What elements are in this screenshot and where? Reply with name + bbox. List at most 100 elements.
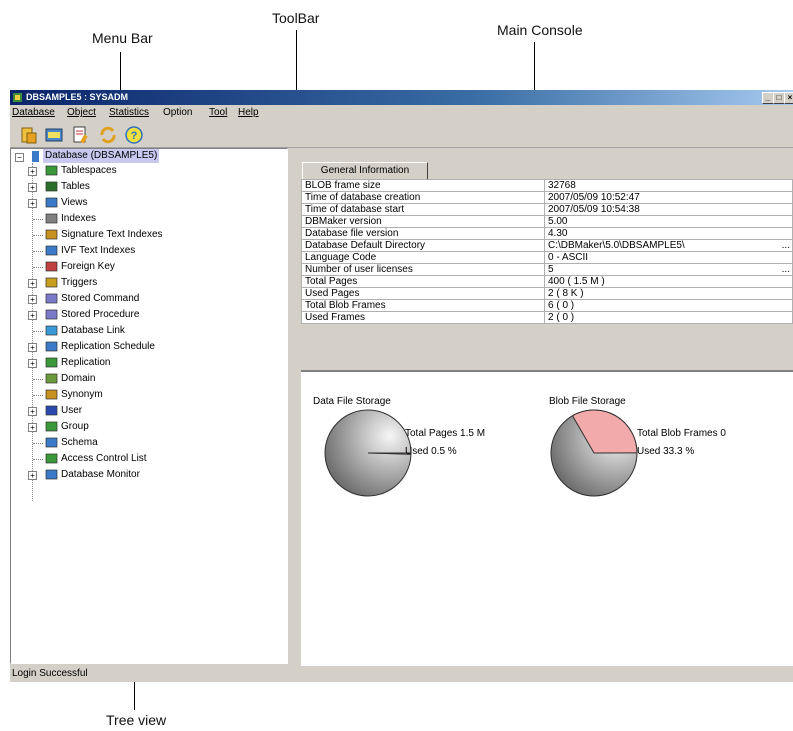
tree-item[interactable]: + Database Monitor xyxy=(11,467,281,483)
tree-item[interactable]: Synonym xyxy=(11,387,281,403)
tree-view: − Database (DBSAMPLE5) + Tablespaces + Tables… xyxy=(10,148,288,664)
tree-item[interactable]: Signature Text Indexes xyxy=(11,227,281,243)
edit-icon[interactable] xyxy=(70,125,90,145)
user-icon xyxy=(45,405,58,416)
status-bar: Login Successful xyxy=(10,665,793,682)
menu-tool[interactable]: Tool xyxy=(209,105,227,121)
tab-general-information[interactable]: General Information xyxy=(302,162,428,180)
menu-object[interactable]: Object xyxy=(67,105,96,121)
info-key: Used Pages xyxy=(301,287,545,300)
tree-expander[interactable]: + xyxy=(28,407,37,416)
tree-item-label: Foreign Key xyxy=(61,261,115,272)
tree-item-label: Stored Procedure xyxy=(61,309,140,320)
menu-help[interactable]: Help xyxy=(238,105,259,121)
toolbar: ? xyxy=(10,121,793,148)
tree-expander[interactable]: + xyxy=(28,471,37,480)
database-icon xyxy=(32,151,39,162)
tree-expander[interactable]: + xyxy=(28,279,37,288)
indexes-icon xyxy=(45,213,58,224)
tree-root-expander[interactable]: − xyxy=(15,153,24,162)
console-icon[interactable] xyxy=(44,125,64,145)
blob-file-used-label: Used 33.3 % xyxy=(637,446,695,457)
tree-connector xyxy=(33,235,43,236)
tree-item[interactable]: Domain xyxy=(11,371,281,387)
tree-expander[interactable]: + xyxy=(28,359,37,368)
tree-item-label: Signature Text Indexes xyxy=(61,229,163,240)
tree-item[interactable]: + Stored Command xyxy=(11,291,281,307)
tree-item-label: Database Link xyxy=(61,325,125,336)
tree-item[interactable]: Database Link xyxy=(11,323,281,339)
tree-item-label: Tablespaces xyxy=(61,165,117,176)
info-value: C:\DBMaker\5.0\DBSAMPLE5\... xyxy=(544,239,793,252)
tree-connector xyxy=(33,251,43,252)
menu-database[interactable]: Database xyxy=(12,105,55,121)
tree-item-label: Indexes xyxy=(61,213,97,224)
tree-expander[interactable]: + xyxy=(28,343,37,352)
info-value: 5... xyxy=(544,263,793,276)
window-title: DBSAMPLE5 : SYSADM xyxy=(26,92,129,102)
tree-item-label: Database Monitor xyxy=(61,469,140,480)
tree-root[interactable]: Database (DBSAMPLE5) xyxy=(43,149,160,163)
tree-expander[interactable]: + xyxy=(28,311,37,320)
info-key: Time of database start xyxy=(301,203,545,216)
triggers-icon xyxy=(45,277,58,288)
tree-item[interactable]: + Triggers xyxy=(11,275,281,291)
access-control-list-icon xyxy=(45,453,58,464)
menu-statistics[interactable]: Statistics xyxy=(109,105,149,121)
info-value: 0 - ASCII xyxy=(544,251,793,264)
menu-option[interactable]: Option xyxy=(163,105,192,121)
tree-connector xyxy=(33,395,43,396)
close-button[interactable]: × xyxy=(784,92,793,104)
tree-item[interactable]: + Stored Procedure xyxy=(11,307,281,323)
tree-expander[interactable]: + xyxy=(28,199,37,208)
more-button[interactable]: ... xyxy=(782,241,790,251)
refresh-icon[interactable] xyxy=(98,125,118,145)
info-key: Used Frames xyxy=(301,311,545,324)
info-value: 2007/05/09 10:54:38 xyxy=(544,203,793,216)
tree-item[interactable]: Schema xyxy=(11,435,281,451)
info-key: Total Blob Frames xyxy=(301,299,545,312)
table-row: Database file version 4.30 xyxy=(301,227,793,240)
tree-item-label: Replication Schedule xyxy=(61,341,155,352)
tree-expander[interactable]: + xyxy=(28,295,37,304)
table-row: Total Pages 400 ( 1.5 M ) xyxy=(301,275,793,288)
info-key: Database Default Directory xyxy=(301,239,545,252)
tree-item[interactable]: + Replication xyxy=(11,355,281,371)
tree-item[interactable]: + Replication Schedule xyxy=(11,339,281,355)
tree-item[interactable]: + Views xyxy=(11,195,281,211)
tree-item[interactable]: + User xyxy=(11,403,281,419)
tree-item[interactable]: + Group xyxy=(11,419,281,435)
table-row: Used Pages 2 ( 8 K ) xyxy=(301,287,793,300)
tree-item[interactable]: IVF Text Indexes xyxy=(11,243,281,259)
tree-item[interactable]: Indexes xyxy=(11,211,281,227)
group-icon xyxy=(45,421,58,432)
tree-item-label: Schema xyxy=(61,437,98,448)
tree-item-label: User xyxy=(61,405,83,416)
table-row: BLOB frame size 32768 xyxy=(301,179,793,192)
tree-item[interactable]: + Tablespaces xyxy=(11,163,281,179)
info-value: 2 ( 8 K ) xyxy=(544,287,793,300)
title-bar[interactable]: DBSAMPLE5 : SYSADM _ □ × xyxy=(10,90,793,105)
main-console-callout: Main Console xyxy=(497,22,583,38)
info-key: Database file version xyxy=(301,227,545,240)
database-monitor-icon xyxy=(45,469,58,480)
tree-item-label: Group xyxy=(61,421,89,432)
tree-item[interactable]: Foreign Key xyxy=(11,259,281,275)
tree-view-callout: Tree view xyxy=(106,712,167,728)
tree-expander[interactable]: + xyxy=(28,423,37,432)
info-value-text: 0 - ASCII xyxy=(548,252,589,263)
more-button[interactable]: ... xyxy=(782,265,790,275)
tree-expander[interactable]: + xyxy=(28,183,37,192)
tree-connector xyxy=(33,267,43,268)
tree-connector xyxy=(33,331,43,332)
table-row: Database Default Directory C:\DBMaker\5.0… xyxy=(301,239,793,252)
help-icon[interactable]: ? xyxy=(124,125,144,145)
info-key: Language Code xyxy=(301,251,545,264)
connect-icon[interactable] xyxy=(18,125,38,145)
tree-item[interactable]: Access Control List xyxy=(11,451,281,467)
info-value: 5.00 xyxy=(544,215,793,228)
tree-expander[interactable]: + xyxy=(28,167,37,176)
tree-connector xyxy=(33,459,43,460)
tree-item[interactable]: + Tables xyxy=(11,179,281,195)
storage-charts-panel: Data File Storage Total Pages 1.5 M Used… xyxy=(301,370,793,666)
